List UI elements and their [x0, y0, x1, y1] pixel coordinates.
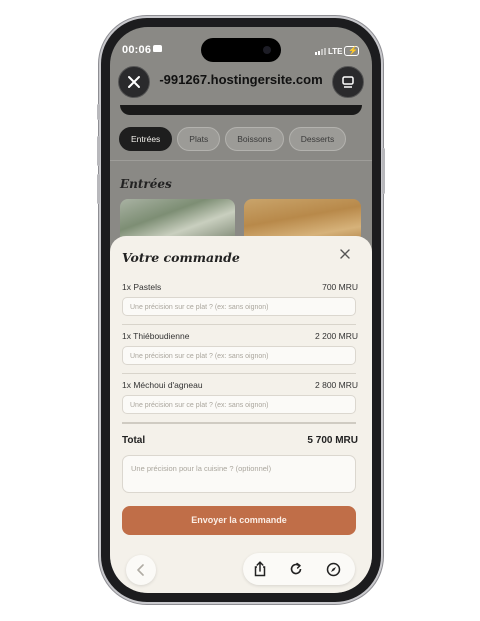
- close-tab-button[interactable]: [118, 66, 150, 98]
- compass-icon: [326, 562, 340, 576]
- tab-plats[interactable]: Plats: [177, 127, 221, 151]
- order-item-price: 2 200 MRU: [315, 331, 358, 341]
- phone-frame: 00:06 LTE ⚡ -991267.hostingersite.com En…: [97, 18, 385, 602]
- hero-image-bottom: [120, 105, 362, 115]
- order-item-name: 1x Méchoui d'agneau: [122, 380, 203, 390]
- dish-note-input[interactable]: Une précision sur ce plat ? (ex: sans oi…: [122, 297, 356, 316]
- dynamic-island: [201, 38, 281, 62]
- tab-desserts[interactable]: Desserts: [288, 127, 347, 151]
- order-item-name: 1x Thiéboudienne: [122, 331, 190, 341]
- order-item-price: 2 800 MRU: [315, 380, 358, 390]
- network-label: LTE: [328, 47, 343, 56]
- tab-entrees[interactable]: Entrées: [119, 127, 173, 151]
- dish-note-input[interactable]: Une précision sur ce plat ? (ex: sans oi…: [122, 346, 356, 365]
- reload-icon: [290, 562, 302, 575]
- tabs-divider: [110, 160, 372, 161]
- volume-up-button: [97, 136, 100, 166]
- section-title: Entrées: [120, 177, 172, 191]
- browser-toolbar: [110, 547, 372, 593]
- browser-actions: [243, 553, 355, 585]
- share-icon: [254, 561, 266, 577]
- tabs-button[interactable]: [332, 66, 364, 98]
- compass-button[interactable]: [325, 561, 341, 577]
- browser-url-bar: -991267.hostingersite.com: [110, 63, 372, 109]
- status-time: 00:06: [122, 44, 152, 56]
- reload-button[interactable]: [288, 561, 304, 577]
- tab-boissons[interactable]: Boissons: [225, 127, 284, 151]
- tabs-icon: [342, 76, 354, 88]
- action-button: [97, 104, 100, 120]
- share-button[interactable]: [252, 561, 268, 577]
- total-label: Total: [122, 435, 146, 446]
- order-item-name: 1x Pastels: [122, 282, 162, 292]
- kitchen-note-input[interactable]: Une précision pour la cuisine ? (optionn…: [122, 455, 356, 493]
- screen: 00:06 LTE ⚡ -991267.hostingersite.com En…: [110, 27, 372, 593]
- close-icon: [340, 249, 350, 259]
- battery-icon: ⚡: [344, 46, 359, 56]
- order-title: Votre commande: [122, 250, 240, 265]
- total-divider: [122, 422, 356, 424]
- status-bar: 00:06 LTE ⚡: [110, 27, 372, 63]
- signal-icon: [315, 48, 327, 55]
- order-sheet: Votre commande 1x Pastels 700 MRU Une pr…: [110, 236, 372, 593]
- chevron-left-icon: [137, 564, 144, 576]
- car-icon: [153, 45, 162, 52]
- close-sheet-button[interactable]: [340, 246, 350, 262]
- power-button: [382, 148, 385, 194]
- send-order-button[interactable]: Envoyer la commande: [122, 506, 356, 535]
- close-icon: [128, 76, 140, 88]
- order-item-price: 700 MRU: [322, 282, 358, 292]
- url-text[interactable]: -991267.hostingersite.com: [150, 72, 332, 87]
- dish-note-input[interactable]: Une précision sur ce plat ? (ex: sans oi…: [122, 395, 356, 414]
- back-button[interactable]: [126, 555, 156, 585]
- item-divider: [122, 324, 356, 325]
- volume-down-button: [97, 174, 100, 204]
- total-value: 5 700 MRU: [307, 435, 358, 446]
- item-divider: [122, 373, 356, 374]
- category-tabs: Entrées Plats Boissons Desserts: [119, 127, 347, 151]
